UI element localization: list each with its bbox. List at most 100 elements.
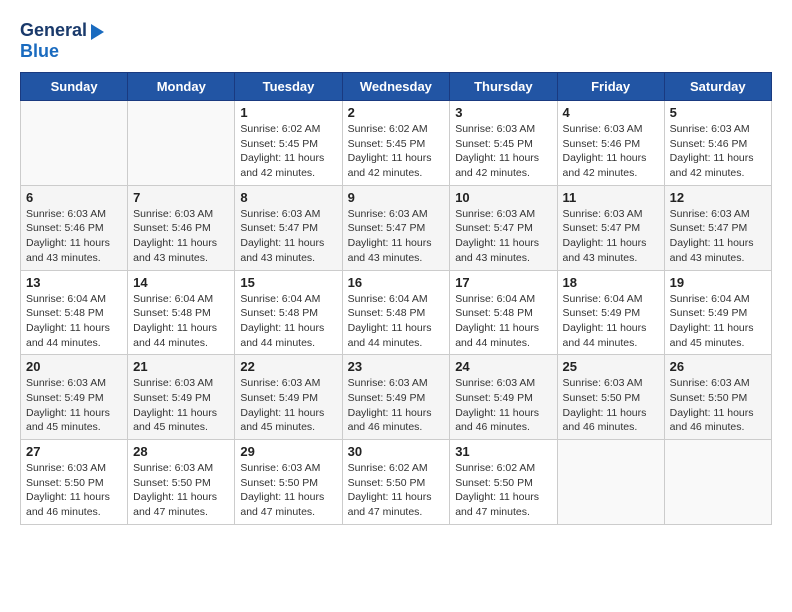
day-number: 30: [348, 444, 445, 459]
day-info: Sunrise: 6:02 AM Sunset: 5:50 PM Dayligh…: [348, 461, 445, 520]
calendar-day-cell: 27Sunrise: 6:03 AM Sunset: 5:50 PM Dayli…: [21, 440, 128, 525]
calendar-day-cell: 21Sunrise: 6:03 AM Sunset: 5:49 PM Dayli…: [128, 355, 235, 440]
weekday-header-cell: Friday: [557, 73, 664, 101]
day-info: Sunrise: 6:03 AM Sunset: 5:47 PM Dayligh…: [240, 207, 336, 266]
calendar-day-cell: 18 Sunrise: 6:04 AM Sunset: 5:49 PM Dayli…: [557, 270, 664, 355]
calendar-day-cell: 5Sunrise: 6:03 AM Sunset: 5:46 PM Daylig…: [664, 101, 771, 186]
weekday-header-cell: Saturday: [664, 73, 771, 101]
day-number: 24: [455, 359, 551, 374]
calendar-day-cell: 8Sunrise: 6:03 AM Sunset: 5:47 PM Daylig…: [235, 185, 342, 270]
calendar-day-cell: 26 Sunrise: 6:03 AM Sunset: 5:50 PM Dayli…: [664, 355, 771, 440]
day-number: 19: [670, 275, 766, 290]
calendar-day-cell: 17 Sunrise: 6:04 AM Sunset: 5:48 PM Dayli…: [450, 270, 557, 355]
day-info: Sunrise: 6:02 AM Sunset: 5:50 PM Dayligh…: [455, 461, 551, 520]
day-info: Sunrise: 6:03 AM Sunset: 5:46 PM Dayligh…: [133, 207, 229, 266]
day-info: Sunrise: 6:03 AM Sunset: 5:49 PM Dayligh…: [240, 376, 336, 435]
calendar-day-cell: [557, 440, 664, 525]
day-info: Sunrise: 6:03 AM Sunset: 5:46 PM Dayligh…: [670, 122, 766, 181]
calendar-week-row: 27 Sunrise: 6:03 AM Sunset: 5:50 PM Dayli…: [21, 440, 772, 525]
calendar-day-cell: 13Sunrise: 6:04 AM Sunset: 5:48 PM Dayli…: [21, 270, 128, 355]
day-number: 18: [563, 275, 659, 290]
day-number: 10: [455, 190, 551, 205]
day-number: 17: [455, 275, 551, 290]
calendar-day-cell: 24 Sunrise: 6:03 AM Sunset: 5:49 PM Dayli…: [450, 355, 557, 440]
day-number: 23: [348, 359, 445, 374]
day-number: 3: [455, 105, 551, 120]
day-info: Sunrise: 6:03 AM Sunset: 5:46 PM Dayligh…: [563, 122, 659, 181]
calendar-day-cell: 10Sunrise: 6:03 AM Sunset: 5:47 PM Dayli…: [450, 185, 557, 270]
calendar-day-cell: 16 Sunrise: 6:04 AM Sunset: 5:48 PM Dayli…: [342, 270, 450, 355]
day-number: 21: [133, 359, 229, 374]
calendar-day-cell: 20Sunrise: 6:03 AM Sunset: 5:49 PM Dayli…: [21, 355, 128, 440]
day-number: 13: [26, 275, 122, 290]
calendar-day-cell: 29Sunrise: 6:03 AM Sunset: 5:50 PM Dayli…: [235, 440, 342, 525]
logo-blue-text: Blue: [20, 41, 104, 62]
day-info: Sunrise: 6:02 AM Sunset: 5:45 PM Dayligh…: [240, 122, 336, 181]
day-info: Sunrise: 6:04 AM Sunset: 5:48 PM Dayligh…: [133, 292, 229, 351]
calendar-day-cell: 25 Sunrise: 6:03 AM Sunset: 5:50 PM Dayli…: [557, 355, 664, 440]
calendar-day-cell: 23 Sunrise: 6:03 AM Sunset: 5:49 PM Dayli…: [342, 355, 450, 440]
day-number: 11: [563, 190, 659, 205]
day-number: 27: [26, 444, 122, 459]
calendar-body: 1 Sunrise: 6:02 AM Sunset: 5:45 PM Daylig…: [21, 101, 772, 525]
calendar-day-cell: 11 Sunrise: 6:03 AM Sunset: 5:47 PM Dayli…: [557, 185, 664, 270]
day-info: Sunrise: 6:04 AM Sunset: 5:48 PM Dayligh…: [348, 292, 445, 351]
calendar-day-cell: 3 Sunrise: 6:03 AM Sunset: 5:45 PM Daylig…: [450, 101, 557, 186]
logo-general-text: General: [20, 20, 87, 41]
day-number: 25: [563, 359, 659, 374]
weekday-header-row: SundayMondayTuesdayWednesdayThursdayFrid…: [21, 73, 772, 101]
calendar-week-row: 1 Sunrise: 6:02 AM Sunset: 5:45 PM Daylig…: [21, 101, 772, 186]
day-number: 6: [26, 190, 122, 205]
day-info: Sunrise: 6:03 AM Sunset: 5:50 PM Dayligh…: [563, 376, 659, 435]
calendar-table: SundayMondayTuesdayWednesdayThursdayFrid…: [20, 72, 772, 525]
calendar-day-cell: 1 Sunrise: 6:02 AM Sunset: 5:45 PM Daylig…: [235, 101, 342, 186]
day-number: 28: [133, 444, 229, 459]
day-info: Sunrise: 6:04 AM Sunset: 5:48 PM Dayligh…: [455, 292, 551, 351]
calendar-week-row: 6 Sunrise: 6:03 AM Sunset: 5:46 PM Daylig…: [21, 185, 772, 270]
day-info: Sunrise: 6:03 AM Sunset: 5:47 PM Dayligh…: [348, 207, 445, 266]
day-info: Sunrise: 6:03 AM Sunset: 5:45 PM Dayligh…: [455, 122, 551, 181]
calendar-day-cell: 28 Sunrise: 6:03 AM Sunset: 5:50 PM Dayli…: [128, 440, 235, 525]
day-number: 20: [26, 359, 122, 374]
day-number: 26: [670, 359, 766, 374]
weekday-header-cell: Sunday: [21, 73, 128, 101]
logo: General Blue: [20, 20, 104, 62]
day-info: Sunrise: 6:03 AM Sunset: 5:46 PM Dayligh…: [26, 207, 122, 266]
day-info: Sunrise: 6:04 AM Sunset: 5:49 PM Dayligh…: [670, 292, 766, 351]
calendar-day-cell: 12 Sunrise: 6:03 AM Sunset: 5:47 PM Dayli…: [664, 185, 771, 270]
day-number: 16: [348, 275, 445, 290]
calendar-day-cell: 15 Sunrise: 6:04 AM Sunset: 5:48 PM Dayli…: [235, 270, 342, 355]
day-info: Sunrise: 6:03 AM Sunset: 5:49 PM Dayligh…: [455, 376, 551, 435]
day-info: Sunrise: 6:03 AM Sunset: 5:47 PM Dayligh…: [670, 207, 766, 266]
logo-arrow-icon: [91, 24, 104, 40]
weekday-header-cell: Wednesday: [342, 73, 450, 101]
day-info: Sunrise: 6:04 AM Sunset: 5:49 PM Dayligh…: [563, 292, 659, 351]
day-number: 1: [240, 105, 336, 120]
day-number: 31: [455, 444, 551, 459]
day-info: Sunrise: 6:03 AM Sunset: 5:50 PM Dayligh…: [670, 376, 766, 435]
day-info: Sunrise: 6:03 AM Sunset: 5:50 PM Dayligh…: [133, 461, 229, 520]
day-number: 15: [240, 275, 336, 290]
day-number: 14: [133, 275, 229, 290]
day-number: 7: [133, 190, 229, 205]
day-info: Sunrise: 6:04 AM Sunset: 5:48 PM Dayligh…: [240, 292, 336, 351]
calendar-day-cell: [21, 101, 128, 186]
day-number: 9: [348, 190, 445, 205]
weekday-header-cell: Thursday: [450, 73, 557, 101]
calendar-day-cell: 9 Sunrise: 6:03 AM Sunset: 5:47 PM Daylig…: [342, 185, 450, 270]
day-info: Sunrise: 6:03 AM Sunset: 5:47 PM Dayligh…: [563, 207, 659, 266]
calendar-day-cell: 22Sunrise: 6:03 AM Sunset: 5:49 PM Dayli…: [235, 355, 342, 440]
day-number: 4: [563, 105, 659, 120]
calendar-week-row: 20 Sunrise: 6:03 AM Sunset: 5:49 PM Dayli…: [21, 355, 772, 440]
day-info: Sunrise: 6:03 AM Sunset: 5:49 PM Dayligh…: [348, 376, 445, 435]
calendar-day-cell: [664, 440, 771, 525]
calendar-week-row: 13 Sunrise: 6:04 AM Sunset: 5:48 PM Dayli…: [21, 270, 772, 355]
calendar-day-cell: 19 Sunrise: 6:04 AM Sunset: 5:49 PM Dayli…: [664, 270, 771, 355]
weekday-header-cell: Tuesday: [235, 73, 342, 101]
day-info: Sunrise: 6:03 AM Sunset: 5:50 PM Dayligh…: [240, 461, 336, 520]
day-info: Sunrise: 6:02 AM Sunset: 5:45 PM Dayligh…: [348, 122, 445, 181]
calendar-day-cell: 4 Sunrise: 6:03 AM Sunset: 5:46 PM Daylig…: [557, 101, 664, 186]
calendar-day-cell: [128, 101, 235, 186]
header: General Blue: [20, 20, 772, 62]
day-number: 12: [670, 190, 766, 205]
